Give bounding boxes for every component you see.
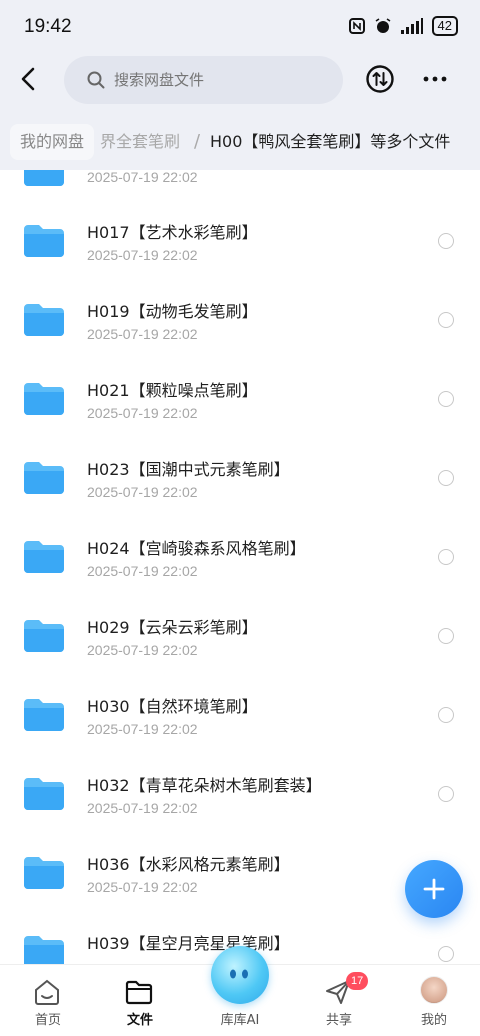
item-date: 2025-07-19 22:02 [87, 326, 198, 342]
item-name: H032【青草花朵树木笔刷套装】 [87, 776, 322, 795]
folder-icon [24, 225, 64, 257]
item-date: 2025-07-19 22:02 [87, 484, 198, 500]
plus-icon [423, 878, 445, 900]
folder-icon [24, 620, 64, 652]
item-name: H029【云朵云彩笔刷】 [87, 618, 258, 637]
nav-share[interactable]: 共享 [291, 965, 387, 1036]
item-name: H021【颗粒噪点笔刷】 [87, 381, 258, 400]
select-radio[interactable] [438, 946, 454, 962]
status-icons: 42 [348, 16, 458, 36]
list-item[interactable]: H030【自然环境笔刷】 2025-07-19 22:02 [0, 685, 480, 764]
home-icon [35, 979, 59, 1005]
item-date: 2025-07-19 22:02 [87, 642, 198, 658]
item-date: 2025-07-19 22:02 [87, 800, 198, 816]
header [0, 54, 480, 118]
battery-icon: 42 [431, 16, 458, 36]
share-badge: 17 [346, 972, 369, 990]
item-date: 2025-07-19 22:02 [87, 879, 198, 895]
breadcrumb-separator: / [194, 131, 201, 152]
select-radio[interactable] [438, 549, 454, 565]
folder-icon [24, 936, 64, 964]
folder-icon [24, 304, 64, 336]
list-item[interactable]: H024【宫崎骏森系风格笔刷】 2025-07-19 22:02 [0, 527, 480, 606]
select-radio[interactable] [438, 312, 454, 328]
item-date: 2025-07-19 22:02 [87, 563, 198, 579]
search-input[interactable] [114, 71, 314, 89]
back-arrow-icon[interactable] [14, 64, 44, 94]
nav-home-label: 首页 [34, 1013, 61, 1028]
folder-icon [24, 778, 64, 810]
nav-ai-label: 库库AI [220, 1013, 260, 1028]
breadcrumb-root[interactable]: 我的网盘 [10, 124, 95, 160]
list-item[interactable]: H019【动物毛发笔刷】 2025-07-19 22:02 [0, 290, 480, 369]
item-date: 2025-07-19 22:02 [87, 721, 198, 737]
breadcrumb-current: H00【鸭风全套笔刷】等多个文件 [210, 132, 451, 151]
nav-share-label: 共享 [325, 1013, 352, 1028]
item-date: 2025-07-19 22:02 [87, 170, 198, 185]
search-icon [87, 71, 105, 89]
folder-icon [24, 699, 64, 731]
sort-icon[interactable] [365, 64, 395, 94]
select-radio[interactable] [438, 786, 454, 802]
item-date: 2025-07-19 22:02 [87, 405, 198, 421]
signal-icon [400, 18, 423, 34]
select-radio[interactable] [438, 470, 454, 486]
ai-assistant-icon[interactable] [211, 946, 269, 1004]
item-name: H036【水彩风格元素笔刷】 [87, 855, 290, 874]
alarm-icon [375, 18, 390, 33]
folder-icon [24, 541, 64, 573]
nav-home[interactable]: 首页 [0, 965, 96, 1036]
folder-icon [125, 980, 153, 1005]
folder-icon [24, 170, 64, 186]
select-radio[interactable] [438, 707, 454, 723]
select-radio[interactable] [438, 628, 454, 644]
status-bar: 19:42 42 [0, 0, 480, 54]
list-item[interactable]: H032【青草花朵树木笔刷套装】 2025-07-19 22:02 [0, 764, 480, 843]
select-radio[interactable] [438, 391, 454, 407]
nav-files-label: 文件 [126, 1013, 153, 1028]
list-item[interactable]: H017【艺术水彩笔刷】 2025-07-19 22:02 [0, 211, 480, 290]
item-name: H023【国潮中式元素笔刷】 [87, 460, 290, 479]
folder-icon [24, 462, 64, 494]
breadcrumb-middle[interactable]: 界全套笔刷 [100, 124, 180, 160]
folder-icon [24, 857, 64, 889]
avatar[interactable] [420, 976, 448, 1004]
item-name: H030【自然环境笔刷】 [87, 697, 258, 716]
select-radio[interactable] [438, 233, 454, 249]
item-date: 2025-07-19 22:02 [87, 247, 198, 263]
nfc-icon [348, 18, 365, 34]
add-button[interactable] [405, 860, 463, 918]
list-item[interactable]: 2025-07-19 22:02 [0, 170, 480, 211]
breadcrumb: 界全套笔刷 我的网盘 / H00【鸭风全套笔刷】等多个文件 [0, 118, 480, 170]
status-time: 19:42 [24, 16, 72, 37]
ai-face-icon [230, 969, 248, 979]
file-list: 2025-07-19 22:02 H017【艺术水彩笔刷】 2025-07-19… [0, 170, 480, 964]
item-name: H017【艺术水彩笔刷】 [87, 223, 258, 242]
item-name: H019【动物毛发笔刷】 [87, 302, 258, 321]
nav-files[interactable]: 文件 [92, 965, 188, 1036]
item-name: H024【宫崎骏森系风格笔刷】 [87, 539, 306, 558]
search-box[interactable] [64, 56, 343, 104]
folder-icon [24, 383, 64, 415]
nav-mine-label: 我的 [420, 1013, 447, 1028]
list-item[interactable]: H023【国潮中式元素笔刷】 2025-07-19 22:02 [0, 448, 480, 527]
more-icon[interactable] [420, 64, 450, 94]
list-item[interactable]: H021【颗粒噪点笔刷】 2025-07-19 22:02 [0, 369, 480, 448]
list-item[interactable]: H029【云朵云彩笔刷】 2025-07-19 22:02 [0, 606, 480, 685]
